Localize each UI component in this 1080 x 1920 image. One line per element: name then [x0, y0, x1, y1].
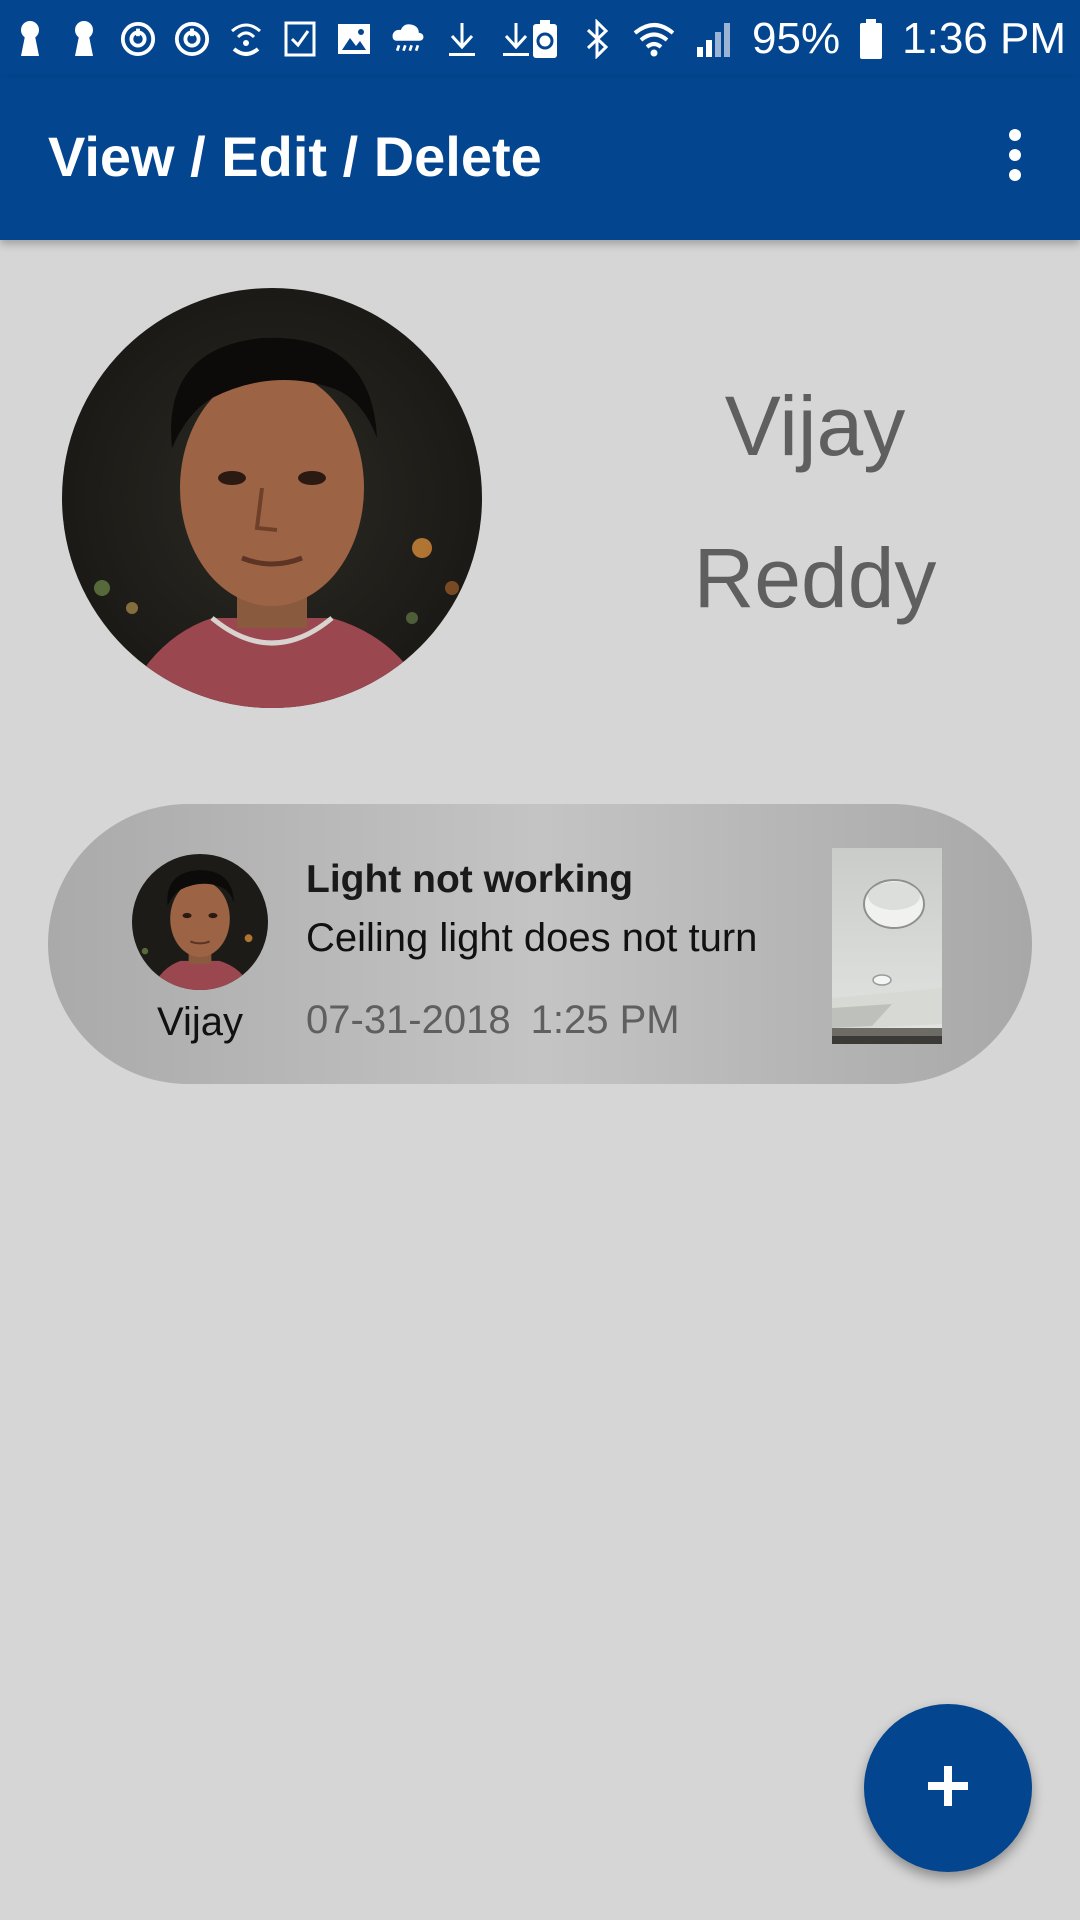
- ticket-card[interactable]: Vijay Light not working Ceiling light do…: [48, 804, 1032, 1084]
- notification-icons: [12, 14, 534, 64]
- overflow-menu-button[interactable]: [980, 122, 1050, 192]
- add-icon: [928, 1765, 968, 1811]
- sync-icon: [120, 19, 156, 59]
- battery-percent: 95%: [752, 14, 841, 63]
- status-bar: 95% 1:36 PM: [0, 0, 1080, 78]
- profile-name: Vijay Reddy: [600, 350, 1030, 654]
- first-name: Vijay: [724, 379, 906, 473]
- keyhole-icon: [12, 19, 48, 59]
- ticket-description: Ceiling light does not turn: [306, 916, 758, 960]
- ticket-title: Light not working: [306, 858, 634, 901]
- signal-icon: [694, 18, 734, 60]
- rain-cloud-icon: [390, 19, 426, 59]
- wifi-icon: [632, 18, 676, 60]
- more-vert-icon: [1005, 127, 1025, 188]
- clock: 1:36 PM: [902, 14, 1066, 63]
- ticket-photo[interactable]: [832, 848, 942, 1044]
- battery-icon: [858, 18, 884, 60]
- page-title: View / Edit / Delete: [48, 125, 542, 188]
- ticket-user-name: Vijay: [157, 1000, 243, 1044]
- image-icon: [336, 19, 372, 59]
- wifi-calling-icon: [228, 19, 264, 59]
- ticket-avatar: [132, 854, 268, 990]
- sync-icon: [174, 19, 210, 59]
- ticket-date: 07-31-2018: [306, 998, 511, 1042]
- app-bar: View / Edit / Delete: [0, 78, 1080, 240]
- ticket-time: 1:25 PM: [530, 998, 680, 1042]
- battery-saver-icon: [528, 18, 562, 60]
- checkbox-icon: [282, 19, 318, 59]
- add-ticket-button[interactable]: [864, 1704, 1032, 1872]
- profile-avatar[interactable]: [62, 288, 482, 708]
- last-name: Reddy: [693, 531, 937, 625]
- download-icon: [444, 19, 480, 59]
- bluetooth-icon: [580, 18, 614, 60]
- keyhole-icon: [66, 19, 102, 59]
- ticket-timestamp: 07-31-2018 1:25 PM: [306, 998, 680, 1043]
- system-status: 95% 1:36 PM: [528, 10, 1066, 68]
